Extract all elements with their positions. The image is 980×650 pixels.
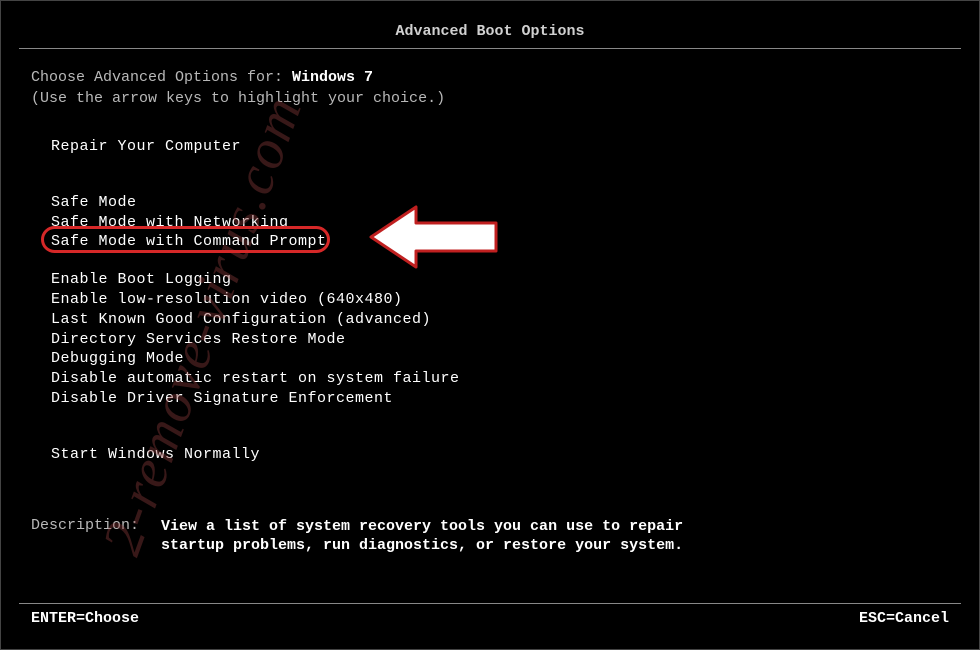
os-version: Windows 7 [292, 69, 373, 86]
description-line2: startup problems, run diagnostics, or re… [161, 536, 683, 556]
description-section: Description: View a list of system recov… [31, 517, 949, 557]
menu-item-noautorestart[interactable]: Disable automatic restart on system fail… [51, 369, 949, 389]
menu-item-lkgc[interactable]: Last Known Good Configuration (advanced) [51, 310, 949, 330]
footer: ENTER=Choose ESC=Cancel [1, 603, 979, 627]
main-content: Choose Advanced Options for: Windows 7 (… [1, 49, 979, 556]
pointer-arrow-icon [366, 199, 506, 274]
highlight-circle-annotation: Safe Mode with Command Prompt [41, 226, 330, 253]
menu-item-debug[interactable]: Debugging Mode [51, 349, 949, 369]
description-text: View a list of system recovery tools you… [161, 517, 683, 557]
intro-prefix: Choose Advanced Options for: [31, 69, 292, 86]
menu-item-dsrm[interactable]: Directory Services Restore Mode [51, 330, 949, 350]
footer-esc-hint: ESC=Cancel [859, 610, 949, 627]
menu-item-nodrvsig[interactable]: Disable Driver Signature Enforcement [51, 389, 949, 409]
menu-item-normal[interactable]: Start Windows Normally [51, 445, 949, 465]
footer-divider [19, 603, 961, 604]
page-title: Advanced Boot Options [1, 1, 979, 48]
menu-item-lowres[interactable]: Enable low-resolution video (640x480) [51, 290, 949, 310]
description-line1: View a list of system recovery tools you… [161, 517, 683, 537]
menu-item-repair[interactable]: Repair Your Computer [51, 137, 949, 157]
keyboard-hint: (Use the arrow keys to highlight your ch… [31, 90, 949, 107]
boot-menu: Repair Your Computer Safe Mode Safe Mode… [31, 137, 949, 465]
intro-line: Choose Advanced Options for: Windows 7 [31, 69, 949, 86]
footer-enter-hint: ENTER=Choose [31, 610, 139, 627]
description-label: Description: [31, 517, 161, 557]
